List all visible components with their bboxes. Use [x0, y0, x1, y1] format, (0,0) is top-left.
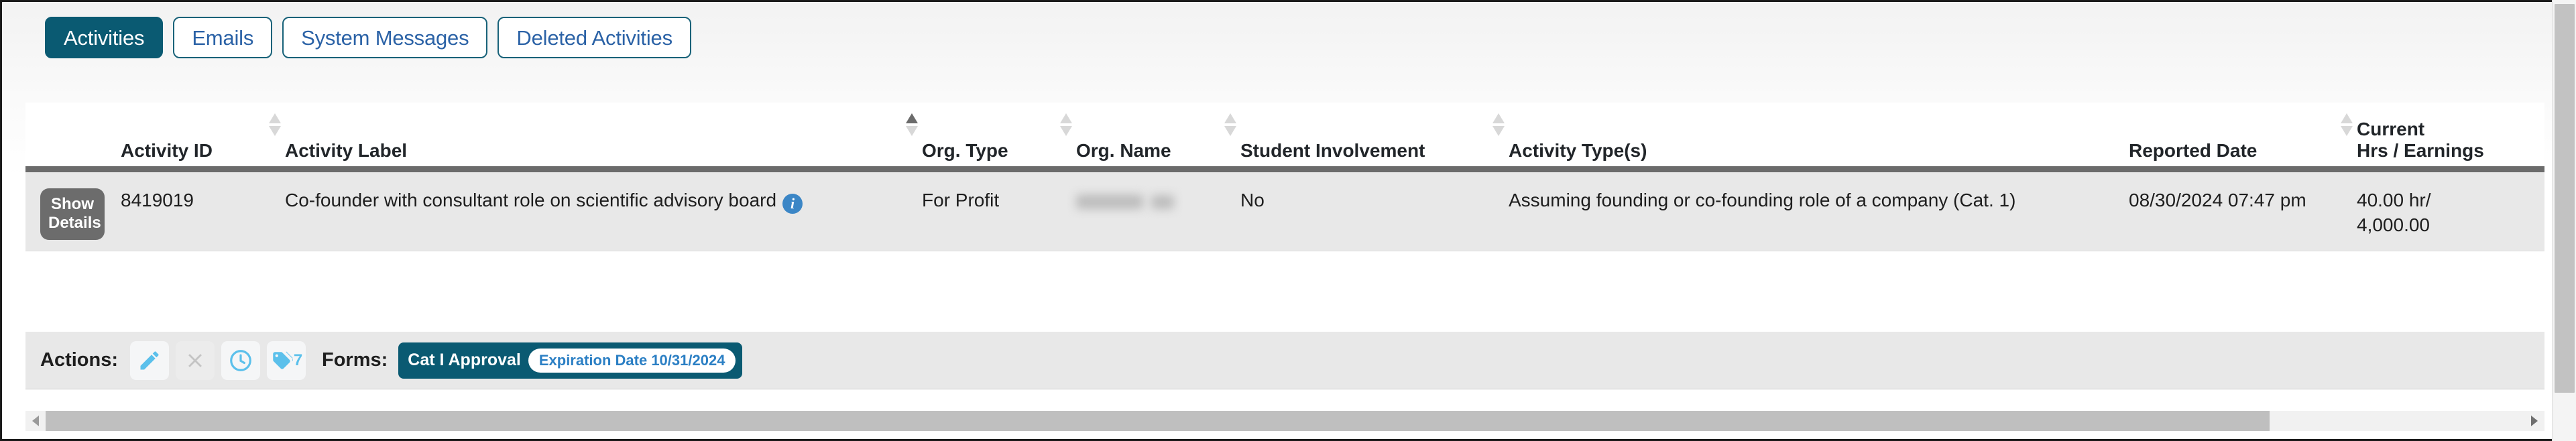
cell-reported-date: 08/30/2024 07:47 pm	[2129, 190, 2306, 210]
column-header-current-line1: Current	[2357, 119, 2425, 140]
activities-table: Activity ID Activity Label Org. Type Org…	[25, 103, 2544, 251]
tab-bar: Activities Emails System Messages Delete…	[45, 17, 691, 58]
pencil-icon	[137, 349, 162, 373]
clock-icon	[228, 348, 253, 373]
vertical-scroll-thumb[interactable]	[2555, 4, 2575, 393]
column-header-activity-id[interactable]: Activity ID	[121, 113, 285, 164]
actions-label: Actions:	[40, 349, 118, 371]
table-row: Show Details 8419019 Co-founder with con…	[25, 172, 2544, 251]
close-x-icon	[184, 349, 207, 372]
column-header-student-involvement-label: Student Involvement	[1240, 139, 1425, 161]
column-header-activity-types[interactable]: Activity Type(s)	[1509, 140, 2129, 164]
cell-current-hrs-earnings: 40.00 hr/ 4,000.00	[2357, 187, 2524, 238]
column-header-org-name-label: Org. Name	[1076, 139, 1171, 161]
actions-bar: Actions: 7 Forms: Cat I Approval Expirat…	[25, 332, 2544, 389]
show-details-button[interactable]: Show Details	[40, 188, 105, 240]
tags-icon	[270, 349, 293, 372]
info-icon[interactable]: i	[782, 194, 803, 214]
form-expiration-pill: Expiration Date 10/31/2024	[528, 348, 736, 373]
column-header-reported-date[interactable]: Reported Date	[2129, 113, 2357, 164]
column-header-current-line2: Hrs / Earnings	[2357, 139, 2484, 161]
column-header-actions	[25, 161, 121, 164]
form-name: Cat I Approval	[408, 351, 521, 369]
column-header-activity-types-label: Activity Type(s)	[1509, 139, 1647, 161]
vertical-scrollbar[interactable]	[2552, 0, 2576, 441]
forms-label: Forms:	[322, 349, 388, 371]
column-header-reported-date-label: Reported Date	[2129, 139, 2258, 161]
show-details-line2: Details	[48, 214, 101, 233]
table-header-divider	[25, 166, 2544, 172]
column-header-activity-label[interactable]: Activity Label	[285, 113, 922, 164]
tab-system-messages[interactable]: System Messages	[282, 17, 488, 58]
scroll-left-arrow-icon[interactable]	[25, 411, 46, 431]
cell-actions: Show Details	[25, 187, 121, 240]
sort-indicator-activity-id[interactable]	[269, 113, 281, 140]
column-header-current-hrs-earnings[interactable]: Current Hrs / Earnings	[2357, 119, 2524, 164]
column-header-activity-label-label: Activity Label	[285, 139, 408, 161]
scroll-right-arrow-icon[interactable]	[2524, 411, 2544, 431]
sort-indicator-org-name[interactable]	[1224, 113, 1236, 140]
column-header-org-name[interactable]: Org. Name	[1076, 113, 1240, 164]
tab-emails[interactable]: Emails	[173, 17, 273, 58]
column-header-org-type-label: Org. Type	[922, 139, 1008, 161]
history-button[interactable]	[221, 340, 260, 380]
cell-student-involvement: No	[1240, 190, 1265, 210]
current-hours: 40.00 hr/	[2357, 190, 2431, 210]
table-header-row: Activity ID Activity Label Org. Type Org…	[25, 103, 2544, 166]
cell-activity-id: 8419019	[121, 190, 194, 210]
page-frame: Activities Emails System Messages Delete…	[0, 0, 2566, 441]
activity-label-text: Co-founder with consultant role on scien…	[285, 190, 777, 210]
tags-count-badge: 7	[293, 351, 303, 369]
action-icon-group: 7	[130, 340, 306, 380]
delete-button[interactable]	[176, 340, 215, 380]
activities-screen: Activities Emails System Messages Delete…	[0, 0, 2576, 441]
horizontal-scroll-thumb[interactable]	[46, 411, 2270, 431]
cell-org-type: For Profit	[922, 190, 1000, 210]
edit-button[interactable]	[130, 340, 169, 380]
tab-deleted-activities[interactable]: Deleted Activities	[497, 17, 691, 58]
show-details-line1: Show	[51, 195, 94, 213]
column-header-activity-id-label: Activity ID	[121, 139, 213, 161]
sort-indicator-reported-date[interactable]	[2341, 113, 2353, 140]
tab-activities[interactable]: Activities	[45, 17, 164, 58]
column-header-org-type[interactable]: Org. Type	[922, 113, 1076, 164]
form-badge-cat-i-approval[interactable]: Cat I Approval Expiration Date 10/31/202…	[398, 342, 743, 379]
tags-button[interactable]: 7	[267, 340, 306, 380]
horizontal-scrollbar[interactable]	[25, 411, 2544, 431]
org-name-redacted	[1076, 193, 1177, 210]
column-header-student-involvement[interactable]: Student Involvement	[1240, 113, 1509, 164]
sort-indicator-activity-label[interactable]	[906, 113, 918, 140]
cell-activity-label: Co-founder with consultant role on scien…	[285, 187, 922, 214]
cell-activity-types: Assuming founding or co-founding role of…	[1509, 190, 2016, 210]
cell-org-name	[1076, 187, 1240, 213]
current-earnings: 4,000.00	[2357, 214, 2430, 235]
sort-indicator-student-involvement[interactable]	[1492, 113, 1505, 140]
sort-indicator-org-type[interactable]	[1060, 113, 1072, 140]
